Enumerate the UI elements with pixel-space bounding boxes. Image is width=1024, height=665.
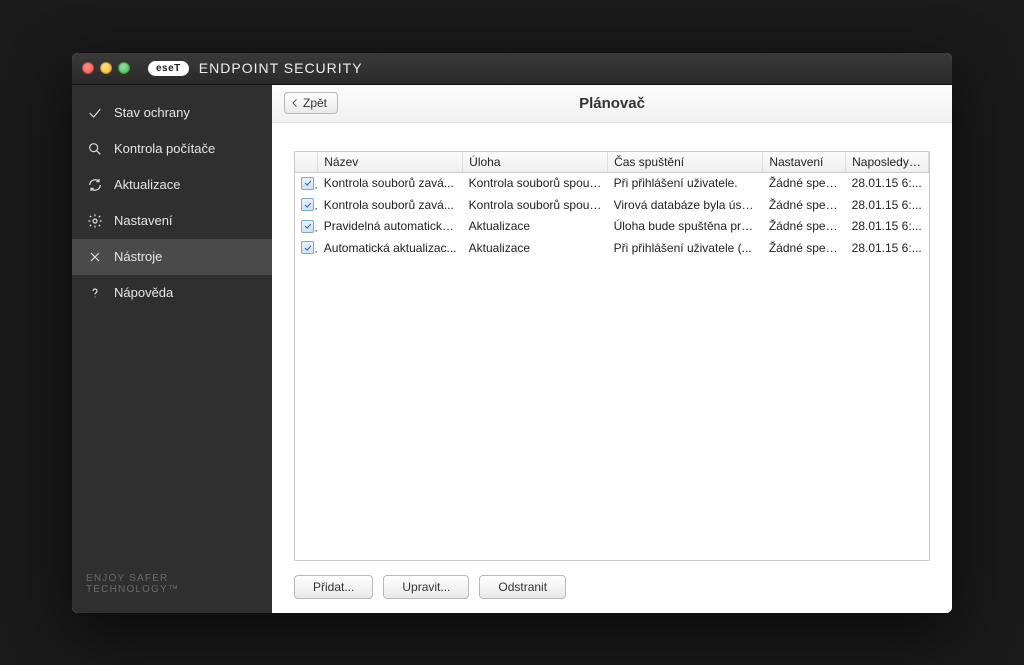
cell-name: Pravidelná automatická... (318, 216, 463, 238)
cell-time: Úloha bude spuštěna pra... (608, 216, 763, 238)
gear-icon (86, 212, 104, 230)
table-row[interactable]: Kontrola souborů zavá...Kontrola souborů… (295, 194, 929, 216)
sidebar-item-update[interactable]: Aktualizace (72, 167, 272, 203)
brand: eseT ENDPOINT SECURITY (148, 60, 363, 76)
brand-title: ENDPOINT SECURITY (199, 60, 363, 76)
cell-last: 28.01.15 6:... (846, 237, 929, 259)
cell-settings: Žádné speci... (763, 237, 846, 259)
cell-last: 28.01.15 6:... (846, 216, 929, 238)
refresh-icon (86, 176, 104, 194)
close-icon[interactable] (82, 62, 94, 74)
tools-icon (86, 248, 104, 266)
sidebar-item-status[interactable]: Stav ochrany (72, 95, 272, 131)
page-title: Plánovač (272, 95, 952, 112)
maximize-icon[interactable] (118, 62, 130, 74)
cell-settings: Žádné speci... (763, 194, 846, 216)
sidebar-footer: ENJOY SAFER TECHNOLOGY™ (72, 555, 272, 613)
cell-task: Aktualizace (463, 237, 608, 259)
check-icon (86, 104, 104, 122)
sidebar-item-label: Nápověda (114, 285, 173, 300)
cell-last: 28.01.15 6:... (846, 194, 929, 216)
content-header: Zpět Plánovač (272, 85, 952, 123)
brand-logo: eseT (148, 61, 189, 76)
cell-task: Kontrola souborů spouš... (463, 172, 608, 194)
cell-name: Kontrola souborů zavá... (318, 194, 463, 216)
sidebar-item-tools[interactable]: Nástroje (72, 239, 272, 275)
sidebar-item-label: Stav ochrany (114, 105, 190, 120)
sidebar-item-label: Nástroje (114, 249, 162, 264)
checkbox-icon[interactable] (301, 177, 314, 190)
sidebar-item-label: Aktualizace (114, 177, 180, 192)
checkbox-icon[interactable] (301, 220, 314, 233)
sidebar-item-help[interactable]: Nápověda (72, 275, 272, 311)
column-settings[interactable]: Nastavení (763, 152, 846, 173)
chevron-left-icon (289, 97, 301, 109)
add-button[interactable]: Přidat... (294, 575, 373, 599)
back-button-label: Zpět (303, 96, 327, 110)
remove-button[interactable]: Odstranit (479, 575, 566, 599)
table-header-row: Název Úloha Čas spuštění Nastavení Napos… (295, 152, 929, 173)
content: Zpět Plánovač Název Úloha Čas spuštění (272, 85, 952, 613)
cell-name: Kontrola souborů zavá... (318, 172, 463, 194)
cell-task: Kontrola souborů spouš... (463, 194, 608, 216)
column-last[interactable]: Naposledy s... (846, 152, 929, 173)
column-task[interactable]: Úloha (463, 152, 608, 173)
sidebar: Stav ochrany Kontrola počítače Aktualiza… (72, 85, 272, 613)
titlebar: eseT ENDPOINT SECURITY (72, 53, 952, 85)
checkbox-icon[interactable] (301, 241, 314, 254)
sidebar-item-label: Kontrola počítače (114, 141, 215, 156)
search-icon (86, 140, 104, 158)
table-row[interactable]: Automatická aktualizac...AktualizacePři … (295, 237, 929, 259)
app-window: eseT ENDPOINT SECURITY Stav ochrany Kont… (72, 53, 952, 613)
cell-name: Automatická aktualizac... (318, 237, 463, 259)
sidebar-item-scan[interactable]: Kontrola počítače (72, 131, 272, 167)
checkbox-icon[interactable] (301, 198, 314, 211)
sidebar-item-label: Nastavení (114, 213, 173, 228)
cell-settings: Žádné speci... (763, 172, 846, 194)
scheduler-table: Název Úloha Čas spuštění Nastavení Napos… (294, 151, 930, 561)
minimize-icon[interactable] (100, 62, 112, 74)
column-name[interactable]: Název (318, 152, 463, 173)
cell-time: Při přihlášení uživatele. (608, 172, 763, 194)
cell-time: Virová databáze byla úsp... (608, 194, 763, 216)
cell-time: Při přihlášení uživatele (... (608, 237, 763, 259)
button-row: Přidat... Upravit... Odstranit (294, 561, 930, 599)
back-button[interactable]: Zpět (284, 92, 338, 114)
column-time[interactable]: Čas spuštění (608, 152, 763, 173)
cell-task: Aktualizace (463, 216, 608, 238)
column-checkbox[interactable] (295, 152, 318, 173)
question-icon (86, 284, 104, 302)
edit-button[interactable]: Upravit... (383, 575, 469, 599)
table-row[interactable]: Kontrola souborů zavá...Kontrola souborů… (295, 172, 929, 194)
cell-settings: Žádné speci... (763, 216, 846, 238)
table-row[interactable]: Pravidelná automatická...AktualizaceÚloh… (295, 216, 929, 238)
sidebar-item-settings[interactable]: Nastavení (72, 203, 272, 239)
cell-last: 28.01.15 6:... (846, 172, 929, 194)
